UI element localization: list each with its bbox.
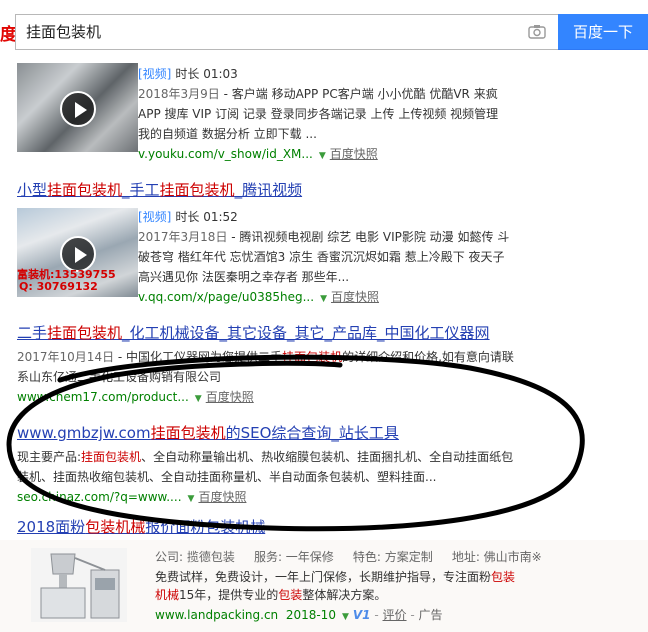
result-url[interactable]: v.qq.com/x/page/u0385heg... [138,290,314,304]
result-abstract: 破苍穹 楷红年代 忘忧酒馆3 凉生 香蜜沉沉烬如霜 惹上冷殿下 夜天子 [138,250,505,264]
result-abstract: 装机、挂面热收缩包装机、全自动挂面称量机、半自动面条包装机、塑料挂面... [17,470,437,484]
caret-down-icon[interactable]: ▼ [342,612,349,622]
ad-address: 地址: 佛山市南※ [451,550,542,564]
ad-title[interactable]: 2018面粉包装机械报价面粉包装机械 [17,518,265,536]
title-part[interactable]: 小型 [17,181,47,199]
ad-desc-keyword: 机械 [155,588,180,602]
ad-service: 服务: 一年保修 [253,550,334,564]
result-abstract: - 腾讯视频电视剧 综艺 电影 VIP影院 动漫 如懿传 斗 [227,230,510,244]
abstract-part: 、全自动称量输出机、热收缩膜包装机、挂面捆扎机、全自动挂面纸包 [141,450,514,464]
video-info: [视频] 时长 01:52 2017年3月18日 - 腾讯视频电视剧 综艺 电影 … [138,207,538,309]
ad-feature: 特色: 方案定制 [352,550,433,564]
video-duration: 时长 01:03 [175,67,238,81]
title-keyword[interactable]: 挂面包装机 [47,181,122,199]
result-url[interactable]: www.chem17.com/product... [17,390,189,404]
result-title[interactable]: www.gmbzjw.com挂面包装机的SEO综合查询_站长工具 [17,424,399,442]
result-abstract: 高兴遇见你 法医秦明之幸存者 那些年... [138,270,350,284]
snapshot-link[interactable]: 百度快照 [331,290,379,304]
caret-down-icon[interactable]: ▼ [319,151,326,161]
title-keyword[interactable]: 挂面包装机 [47,324,122,342]
abstract-keyword: 挂面包装机 [282,350,343,364]
video-thumbnail[interactable] [17,63,138,152]
title-part[interactable]: _手工 [122,181,160,199]
ad-desc-keyword: 包装 [278,588,303,602]
ad-desc-part: 整体解决方案。 [302,588,387,602]
title-part[interactable]: 二手 [17,324,47,342]
result-abstract: - 客户端 移动APP PC客户端 小小优酷 优酷VR 来疯 [219,87,498,101]
video-info: [视频] 时长 01:03 2018年3月9日 - 客户端 移动APP PC客户端… [138,64,538,166]
ad-label: 广告 [418,608,443,622]
snapshot-link[interactable]: 百度快照 [330,147,378,161]
title-part[interactable]: 的SEO综合查询_站长工具 [226,424,399,442]
play-icon[interactable] [60,91,96,127]
ad-result: 2018面粉包装机械报价面粉包装机械 [17,517,265,537]
title-keyword[interactable]: 包装机械 [85,518,145,536]
camera-icon[interactable] [528,24,546,39]
ad-desc-part: 免费试样，免费设计，一年上门保修，长期维护指导，专注面粉 [155,570,492,584]
ad-description: 机械15年，提供专业的包装整体解决方案。 [155,586,386,603]
ad-company: 公司: 揽德包装 [155,550,235,564]
search-result: 小型挂面包装机_手工挂面包装机_腾讯视频 [17,180,302,200]
abstract-part: 现主要产品: [17,450,82,464]
search-input[interactable] [26,15,506,49]
thumbnail-text: Q: 30769132 [19,280,98,293]
snapshot-link[interactable]: 百度快照 [198,490,246,504]
title-part[interactable]: 2018面粉 [17,518,85,536]
abstract-keyword: 挂面包装机 [81,450,142,464]
search-box[interactable] [15,14,558,50]
title-part[interactable]: _化工机械设备_其它设备_其它_产品库_中国化工仪器网 [122,324,490,342]
ad-desc-keyword: 包装 [491,570,516,584]
snapshot-link[interactable]: 百度快照 [206,390,254,404]
caret-down-icon[interactable]: ▼ [320,294,327,304]
ad-desc-part: 15年，提供专业的 [179,588,279,602]
result-title[interactable]: 小型挂面包装机_手工挂面包装机_腾讯视频 [17,181,302,199]
result-url[interactable]: seo.chinaz.com/?q=www.... [17,490,182,504]
abstract-part: 的详细介绍和价格,如有意向请联 [342,350,514,364]
caret-down-icon[interactable]: ▼ [188,494,195,504]
video-tag: [视频] [138,67,172,81]
title-keyword[interactable]: 挂面包装机 [160,181,235,199]
result-url[interactable]: v.youku.com/v_show/id_XM... [138,147,313,161]
ad-footer: www.landpacking.cn 2018-10 ▼ V1 - 评价 - 广告 [155,608,443,622]
result-title[interactable]: 二手挂面包装机_化工机械设备_其它设备_其它_产品库_中国化工仪器网 [17,324,490,342]
search-result: 二手挂面包装机_化工机械设备_其它设备_其它_产品库_中国化工仪器网 2017年… [17,323,637,409]
video-thumbnail[interactable]: 富装机:13539755 Q: 30769132 [17,208,138,297]
review-link[interactable]: 评价 [383,608,407,622]
caret-down-icon[interactable]: ▼ [195,394,202,404]
title-part[interactable]: www.gmbzjw.com [17,424,151,442]
result-date: 2018年3月9日 [138,87,220,101]
title-part[interactable]: 报价面粉包装机械 [145,518,265,536]
ad-product-image[interactable] [31,548,127,622]
result-date: 2017年10月14日 [17,350,115,364]
video-duration: 时长 01:52 [175,210,238,224]
v-badge-icon[interactable]: V1 [353,608,371,622]
ad-url[interactable]: www.landpacking.cn [155,608,278,622]
ad-description: 免费试样，免费设计，一年上门保修，长期维护指导，专注面粉包装 [155,568,515,585]
abstract-part: - 中国化工仪器网为您提供二手 [114,350,283,364]
result-abstract: 系山东亿通二手化工设备购销有限公司 [17,370,222,384]
title-part[interactable]: _腾讯视频 [235,181,303,199]
video-tag: [视频] [138,210,172,224]
title-keyword[interactable]: 挂面包装机 [151,424,226,442]
result-abstract: 现主要产品:挂面包装机、全自动称量输出机、热收缩膜包装机、挂面捆扎机、全自动挂面… [17,447,637,467]
result-date: 2017年3月18日 [138,230,228,244]
result-abstract: APP 搜库 VIP 订阅 记录 登录同步各端记录 上传 上传视频 视频管理 [138,107,499,121]
result-abstract: 2017年10月14日 - 中国化工仪器网为您提供二手挂面包装机的详细介绍和价格… [17,347,637,367]
search-button[interactable]: 百度一下 [558,14,648,50]
ad-date: 2018-10 [285,608,336,622]
result-abstract: 我的自频道 数据分析 立即下载 ... [138,127,317,141]
ad-info-row: 公司: 揽德包装 服务: 一年保修 特色: 方案定制 地址: 佛山市南※ [155,548,542,565]
search-result: www.gmbzjw.com挂面包装机的SEO综合查询_站长工具 现主要产品:挂… [17,423,637,509]
search-header: 度 百度一下 [0,0,648,58]
